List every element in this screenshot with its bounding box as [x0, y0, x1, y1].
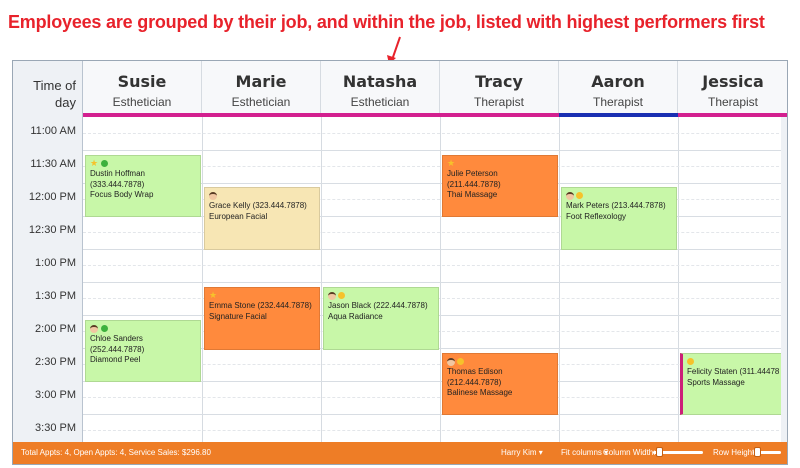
green-dot-icon — [101, 325, 108, 333]
appointment-service: Sports Massage — [687, 377, 745, 387]
time-column: 11:00 AM 11:30 AM 12:00 PM 12:30 PM 1:00… — [13, 117, 83, 444]
user-dropdown[interactable]: Harry Kim ▾ — [501, 448, 543, 457]
face-icon — [90, 324, 98, 333]
appointment-service: Focus Body Wrap — [90, 190, 154, 199]
grid-line — [83, 249, 787, 250]
fit-columns-label: Fit columns — [561, 448, 602, 457]
time-label: 2:30 PM — [35, 356, 76, 368]
time-label: 1:00 PM — [35, 257, 76, 269]
appointment-client: Jason Black (222.444.7878) — [328, 301, 428, 310]
staff-job: Therapist — [473, 95, 525, 109]
time-label: 1:30 PM — [35, 290, 76, 302]
staff-name: Susie — [117, 72, 167, 91]
appointment-service: Signature Facial — [209, 311, 267, 321]
staff-name: Natasha — [342, 72, 418, 91]
staff-name: Marie — [235, 72, 287, 91]
appointment-service: Diamond Peel — [90, 355, 141, 364]
appointment-client: Julie Peterson (211.444.7878) — [447, 169, 501, 189]
user-name: Harry Kim — [501, 448, 537, 457]
appointment-card[interactable]: ★ Emma Stone (232.444.7878) Signature Fa… — [204, 287, 320, 350]
row-height-label: Row Height: — [713, 448, 757, 457]
smile-icon — [687, 358, 694, 366]
staff-name: Jessica — [702, 72, 764, 91]
fit-columns-dropdown[interactable]: Fit columns ▾ — [561, 448, 608, 457]
column-width-slider-handle[interactable] — [656, 447, 663, 457]
grid-line — [83, 150, 787, 151]
schedule-grid[interactable]: ★ Dustin Hoffman (333.444.7878) Focus Bo… — [83, 117, 787, 444]
appointment-card[interactable]: Jason Black (222.444.7878) Aqua Radiance — [323, 287, 439, 350]
appointment-card[interactable]: Thomas Edison (212.444.7878) Balinese Ma… — [442, 353, 558, 415]
appointment-service: Foot Reflexology — [566, 211, 627, 221]
appointment-client: Emma Stone (232.444.7878) — [209, 301, 312, 310]
staff-column-header[interactable]: Aaron Therapist — [559, 61, 678, 113]
appointment-client: Grace Kelly (323.444.7878) — [209, 201, 307, 210]
staff-column-header[interactable]: Jessica Therapist — [678, 61, 787, 113]
appointment-client: Thomas Edison (212.444.7878) — [447, 367, 503, 387]
staff-job: Therapist — [592, 95, 644, 109]
face-icon — [209, 191, 217, 200]
grid-line — [83, 133, 787, 134]
grid-line — [83, 265, 787, 266]
staff-job: Esthetician — [350, 95, 410, 109]
face-icon — [566, 191, 574, 200]
appointment-client: Dustin Hoffman (333.444.7878) — [90, 169, 145, 189]
staff-name: Tracy — [475, 72, 523, 91]
vertical-scrollbar[interactable] — [781, 117, 787, 444]
time-label: 12:30 PM — [28, 224, 76, 236]
calendar-frame: Time of day Susie Esthetician Marie Esth… — [12, 60, 788, 465]
appointment-client: Chloe Sanders (252.444.7878) — [90, 334, 145, 354]
star-icon: ★ — [90, 158, 99, 168]
time-header-line1: Time of — [33, 78, 76, 93]
row-height-slider-handle[interactable] — [754, 447, 761, 457]
annotation-callout: Employees are grouped by their job, and … — [8, 12, 765, 32]
appointment-client: Mark Peters (213.444.7878) — [566, 201, 666, 210]
time-label: 11:30 AM — [30, 158, 76, 170]
time-label: 2:00 PM — [35, 323, 76, 335]
time-of-day-header: Time of day — [13, 61, 83, 117]
appointment-card[interactable]: Mark Peters (213.444.7878) Foot Reflexol… — [561, 187, 677, 250]
appointment-client: Felicity Staten (311.44478 — [687, 367, 780, 376]
grid-line — [83, 430, 787, 431]
staff-job: Therapist — [707, 95, 759, 109]
smile-icon — [338, 292, 345, 300]
staff-name: Aaron — [591, 72, 645, 91]
time-label: 3:00 PM — [35, 389, 76, 401]
appointment-card[interactable]: ★ Julie Peterson (211.444.7878) Thai Mas… — [442, 155, 558, 217]
time-label: 12:00 PM — [28, 191, 76, 203]
appointment-service: Thai Massage — [447, 190, 498, 199]
face-icon — [328, 291, 336, 300]
time-header-line2: day — [55, 95, 76, 110]
time-label: 3:30 PM — [35, 422, 76, 434]
face-icon — [447, 357, 455, 366]
appointment-card[interactable]: Grace Kelly (323.444.7878) European Faci… — [204, 187, 320, 250]
status-footer: Total Appts: 4, Open Appts: 4, Service S… — [13, 442, 787, 464]
column-width-label: Column Width: — [603, 448, 656, 457]
appointment-service: Balinese Massage — [447, 388, 513, 397]
appointment-card[interactable]: ★ Dustin Hoffman (333.444.7878) Focus Bo… — [85, 155, 201, 217]
staff-column-header[interactable]: Susie Esthetician — [83, 61, 202, 113]
staff-column-header[interactable]: Natasha Esthetician — [321, 61, 440, 113]
staff-job: Esthetician — [231, 95, 291, 109]
staff-job: Esthetician — [112, 95, 172, 109]
staff-column-header[interactable]: Marie Esthetician — [202, 61, 321, 113]
smile-icon — [576, 192, 583, 200]
smile-icon — [457, 358, 464, 366]
appointment-service: Aqua Radiance — [328, 311, 383, 321]
appointment-card[interactable]: Chloe Sanders (252.444.7878) Diamond Pee… — [85, 320, 201, 382]
grid-line — [83, 232, 787, 233]
time-label: 11:00 AM — [30, 125, 76, 137]
appointment-service: European Facial — [209, 211, 268, 221]
staff-column-header[interactable]: Tracy Therapist — [440, 61, 559, 113]
green-dot-icon — [101, 160, 109, 168]
star-icon: ★ — [447, 158, 456, 168]
star-icon: ★ — [209, 290, 218, 300]
appointment-card[interactable]: Felicity Staten (311.44478 Sports Massag… — [680, 353, 785, 415]
appointment-summary: Total Appts: 4, Open Appts: 4, Service S… — [21, 448, 211, 457]
grid-line — [83, 282, 787, 283]
